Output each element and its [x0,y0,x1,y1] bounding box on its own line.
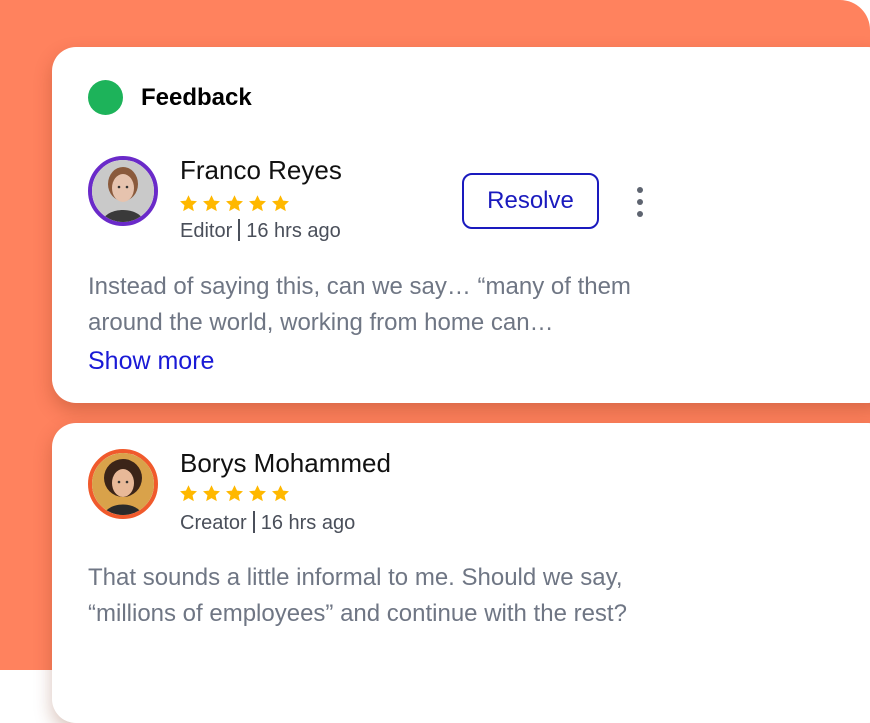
star-icon [180,195,197,212]
star-icon [203,485,220,502]
commenter-name: Borys Mohammed [180,448,391,478]
avatar-photo-icon [92,453,154,515]
resolve-button[interactable]: Resolve [462,173,599,229]
commenter-role: Creator [180,512,247,534]
avatar [88,449,158,519]
avatar-photo-icon [92,160,154,222]
comment-meta: Creator 16 hrs ago [180,511,355,535]
avatar [88,156,158,226]
star-icon [249,485,266,502]
star-icon [272,195,289,212]
feedback-card: Borys Mohammed Creator 16 hrs ago That so… [52,423,870,723]
star-icon [203,195,220,212]
comment-text: That sounds a little informal to me. Sho… [88,564,627,627]
show-more-link[interactable]: Show more [88,347,214,376]
star-icon [249,195,266,212]
comment-meta: Editor 16 hrs ago [180,219,341,243]
meta-separator [238,219,241,241]
comment-text: Instead of saying this, can we say… “man… [88,273,631,336]
star-icon [180,485,197,502]
star-rating [179,484,290,503]
more-dot [637,187,643,193]
more-dot [637,199,643,205]
star-icon [226,195,243,212]
commenter-role: Editor [180,220,233,242]
more-vertical-icon[interactable] [630,187,650,217]
comment-time: 16 hrs ago [260,512,356,534]
commenter-name: Franco Reyes [180,155,342,185]
meta-separator [252,511,255,533]
feedback-title: Feedback [141,83,252,111]
feedback-header: Feedback [88,80,252,115]
star-icon [226,485,243,502]
star-rating [179,194,290,213]
star-icon [272,485,289,502]
comment-time: 16 hrs ago [246,220,341,242]
more-dot [637,211,643,217]
status-dot-icon [88,80,123,115]
feedback-card: Feedback Franco Reyes Editor 16 hrs ago R… [52,47,870,403]
